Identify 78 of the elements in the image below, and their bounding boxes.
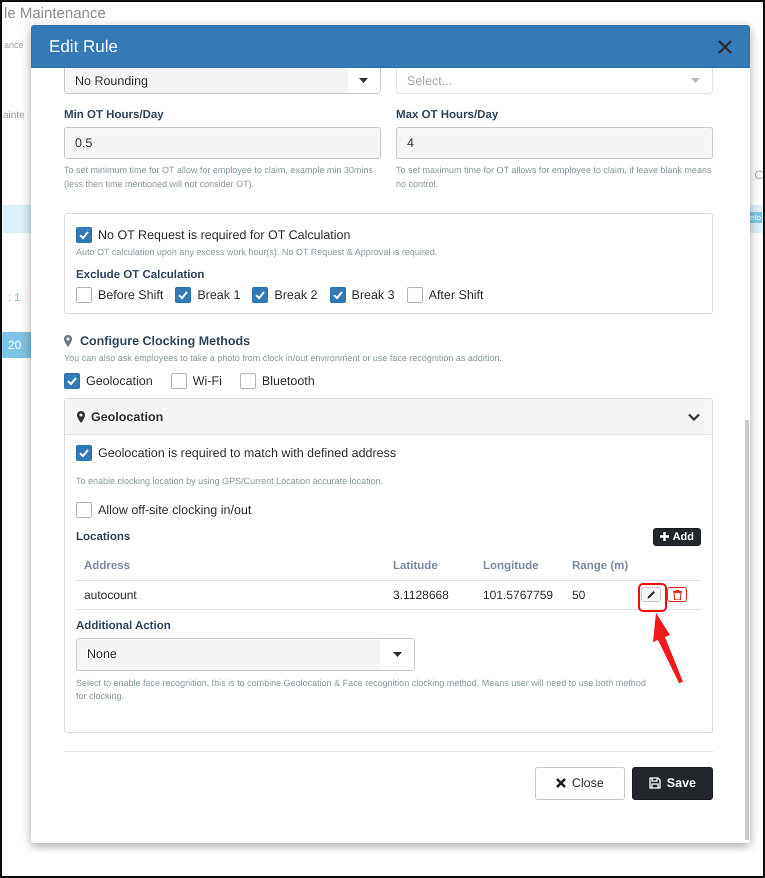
caret-icon bbox=[691, 78, 700, 83]
panel-header[interactable]: Geolocation bbox=[65, 399, 712, 435]
check-icon bbox=[78, 229, 90, 241]
checkbox[interactable] bbox=[76, 445, 92, 461]
checkbox-label: Before Shift bbox=[98, 288, 164, 302]
check-icon bbox=[78, 447, 90, 459]
arrow-drawing bbox=[650, 613, 686, 683]
checkbox-label: Bluetooth bbox=[262, 374, 315, 388]
checkbox-label: Allow off-site clocking in/out bbox=[98, 502, 252, 516]
column-header: Range (m) bbox=[572, 560, 630, 572]
close-button[interactable]: Close bbox=[534, 766, 625, 800]
table-cell: C bbox=[754, 168, 763, 182]
checkbox-label: No OT Request is required for OT Calculation bbox=[98, 228, 350, 242]
trash-icon bbox=[672, 590, 682, 600]
field-label: Additional Action bbox=[76, 620, 172, 632]
table-cell-text: autocount bbox=[84, 588, 138, 602]
help-text: To set minimum time for OT allow for employee to claim, example min 30mins (less then time mentioned will not consider OT). bbox=[64, 164, 374, 191]
checkbox-label: Geolocation bbox=[86, 374, 153, 388]
checkbox[interactable] bbox=[76, 286, 92, 302]
edit-button[interactable] bbox=[641, 587, 661, 602]
panel-title: Geolocation bbox=[91, 410, 164, 424]
check-icon bbox=[66, 375, 78, 387]
select-field[interactable]: None bbox=[76, 638, 415, 670]
delete-button[interactable] bbox=[667, 587, 687, 602]
scrollbar-thumb[interactable] bbox=[745, 420, 749, 840]
add-button[interactable]: Add bbox=[652, 528, 701, 546]
column-header: Longitude bbox=[483, 560, 540, 572]
checkbox[interactable] bbox=[406, 286, 423, 302]
table-cell-text: 101.5767759 bbox=[483, 588, 554, 602]
checkbox-label: After Shift bbox=[428, 288, 484, 302]
plus-icon bbox=[660, 532, 669, 541]
checkbox[interactable] bbox=[170, 373, 187, 389]
page-title: le Maintenance bbox=[4, 5, 106, 22]
checkbox-label: Geolocation is required to match with defined address bbox=[98, 446, 396, 460]
section-label: Locations bbox=[76, 530, 130, 542]
table-cell: : 1 bbox=[8, 292, 20, 304]
checkbox[interactable] bbox=[175, 286, 192, 302]
checkbox-label: Break 1 bbox=[197, 288, 240, 302]
help-text: Select to enable face recognition, this is to combine Geolocation & Face recognition clocking method. Means user will need to use both method for clocking. bbox=[76, 676, 646, 703]
close-icon bbox=[556, 778, 566, 788]
checkbox-label: Wi-Fi bbox=[192, 374, 222, 388]
help-text: Auto OT calculation upon any excess work hour(s). No OT Request & Approval is required. bbox=[76, 246, 438, 259]
caret-icon bbox=[393, 652, 402, 656]
checkbox[interactable] bbox=[76, 227, 92, 243]
map-pin-icon bbox=[64, 334, 72, 346]
field-label: Max OT Hours/Day bbox=[396, 109, 500, 121]
close-icon[interactable] bbox=[718, 40, 732, 54]
input-field[interactable]: 0.5 bbox=[64, 127, 381, 159]
check-icon bbox=[332, 288, 344, 300]
check-icon bbox=[177, 288, 190, 300]
checkbox[interactable] bbox=[76, 502, 92, 518]
section-title: Configure Clocking Methods bbox=[80, 334, 250, 348]
section-label: Exclude OT Calculation bbox=[76, 268, 206, 280]
page-subtitle: ance bbox=[4, 40, 24, 50]
checkbox-label: Break 2 bbox=[274, 288, 318, 302]
input-field[interactable]: 4 bbox=[396, 127, 713, 159]
column-header: Latitude bbox=[393, 560, 439, 572]
map-pin-icon bbox=[77, 410, 85, 422]
checkbox[interactable] bbox=[240, 373, 256, 389]
select-field[interactable]: No Rounding bbox=[64, 68, 381, 94]
table-cell-text: 50 bbox=[572, 588, 586, 602]
checkbox[interactable] bbox=[252, 286, 268, 302]
chevron-icon bbox=[688, 412, 700, 420]
check-icon bbox=[254, 288, 266, 300]
caret-icon bbox=[359, 78, 368, 83]
save-button[interactable]: Save bbox=[632, 766, 713, 800]
table-cell-text: 3.1128668 bbox=[393, 588, 450, 602]
checkbox-label: Break 3 bbox=[352, 288, 395, 302]
checkbox[interactable] bbox=[64, 373, 80, 389]
help-text: You can also ask employees to take a photo from clock in/out environment or use face recognition as addition. bbox=[64, 352, 503, 365]
pencil-icon bbox=[646, 590, 656, 599]
highlight-box bbox=[638, 583, 667, 612]
help-text: To set maximum time for OT allows for employee to claim, if leave blank means no control. bbox=[396, 164, 712, 190]
column-header: Address bbox=[84, 560, 132, 572]
field-label: Min OT Hours/Day bbox=[64, 109, 165, 121]
checkbox[interactable] bbox=[330, 286, 346, 302]
help-text: To enable clocking location by using GPS/Current Location accurate location. bbox=[76, 475, 384, 488]
dialog-title: Edit Rule bbox=[49, 36, 118, 56]
